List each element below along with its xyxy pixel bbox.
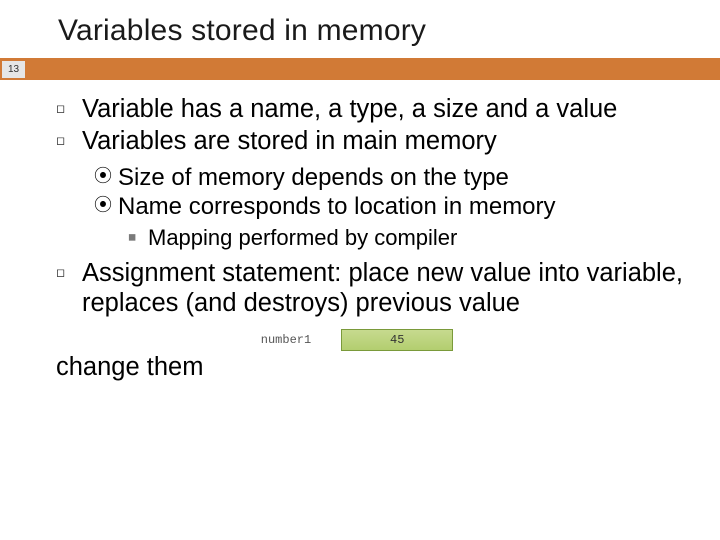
- memory-cell: 45: [341, 329, 453, 351]
- bullet-text: Name corresponds to location in memory: [118, 192, 698, 221]
- circle-bullet-icon: ⦿: [94, 192, 118, 221]
- bullet-text: Mapping performed by compiler: [148, 225, 698, 252]
- bullet-item: ⦿ Name corresponds to location in memory: [94, 192, 698, 221]
- page-number-badge: 13: [2, 61, 25, 78]
- slide-title: Variables stored in memory: [58, 14, 720, 48]
- slide: Variables stored in memory 13 ◻ Variable…: [0, 0, 720, 540]
- bullet-text: Size of memory depends on the type: [118, 163, 698, 192]
- accent-bar: 13: [0, 58, 720, 80]
- bullet-text: Variables are stored in main memory: [82, 126, 698, 156]
- bullet-item: ⦿ Size of memory depends on the type: [94, 163, 698, 192]
- memory-label: number1: [261, 333, 311, 347]
- bullet-item: ◻ Variable has a name, a type, a size an…: [56, 94, 698, 124]
- bullet-item: ◼ Mapping performed by compiler: [128, 225, 698, 252]
- small-square-bullet-icon: ◼: [128, 225, 148, 252]
- title-bar: Variables stored in memory: [0, 0, 720, 58]
- content-area: ◻ Variable has a name, a type, a size an…: [0, 80, 720, 351]
- subsublist: ◼ Mapping performed by compiler: [94, 225, 698, 252]
- memory-value: 45: [390, 333, 404, 347]
- sublist: ⦿ Size of memory depends on the type ⦿ N…: [56, 163, 698, 252]
- square-bullet-icon: ◻: [56, 258, 82, 319]
- circle-bullet-icon: ⦿: [94, 163, 118, 192]
- cutoff-text: change them: [0, 353, 720, 382]
- bullet-text: Assignment statement: place new value in…: [82, 258, 698, 319]
- bullet-item: ◻ Variables are stored in main memory: [56, 126, 698, 156]
- bullet-item: ◻ Assignment statement: place new value …: [56, 258, 698, 319]
- memory-diagram: number1 45: [56, 329, 698, 351]
- square-bullet-icon: ◻: [56, 94, 82, 124]
- bullet-text: Variable has a name, a type, a size and …: [82, 94, 698, 124]
- square-bullet-icon: ◻: [56, 126, 82, 156]
